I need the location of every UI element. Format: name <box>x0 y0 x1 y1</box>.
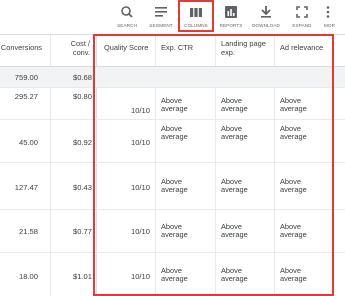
segment-icon <box>145 5 177 19</box>
landing-page-cell: Above average <box>221 223 273 239</box>
header-exp-ctr[interactable]: Exp. CTR <box>155 35 215 66</box>
cost-conv-cell: $0.77 <box>72 227 92 236</box>
exp-ctr-line2: average <box>161 132 188 141</box>
download-label: DOWNLOAD <box>252 23 280 28</box>
landing-page-cell: Above average <box>221 97 273 113</box>
landing-line2: average <box>221 230 248 239</box>
header-cost-conv[interactable]: Cost / conv. <box>50 35 96 66</box>
exp-ctr-cell: Above average <box>161 178 213 194</box>
more-tool[interactable]: MOR <box>322 0 345 34</box>
more-label: MOR <box>324 23 336 28</box>
conversions-cell: 127.47 <box>14 183 38 192</box>
landing-line2: average <box>221 104 248 113</box>
download-tool[interactable]: DOWNLOAD <box>248 0 284 34</box>
table-row[interactable]: 21.58 $0.77 10/10 Above average Above aver… <box>0 210 345 253</box>
segment-label: SEGMENT <box>149 23 173 28</box>
ad-rel-line2: average <box>280 274 307 283</box>
columns-label: COLUMNS <box>184 23 208 28</box>
conversions-cell: 295.27 <box>14 92 38 101</box>
expand-label: EXPAND <box>292 23 312 28</box>
exp-ctr-cell: Above average <box>161 267 213 283</box>
exp-ctr-line2: average <box>161 230 188 239</box>
cost-conv-cell: $0.43 <box>72 183 92 192</box>
header-exp-ctr-label: Exp. CTR <box>161 43 194 52</box>
landing-page-cell: Above average <box>221 267 273 283</box>
conversions-cell: 18.00 <box>18 272 38 281</box>
table-row[interactable]: 295.27 $0.80 10/10 Above average Above ave… <box>0 88 345 120</box>
more-icon <box>322 5 345 19</box>
total-conversions: 759.00 <box>14 73 38 82</box>
header-conversions[interactable]: Conversions <box>0 35 44 66</box>
ad-relevance-cell: Above average <box>280 97 332 113</box>
header-landing-line1: Landing page <box>221 39 266 48</box>
landing-line2: average <box>221 132 248 141</box>
landing-line2: average <box>221 274 248 283</box>
exp-ctr-cell: Above average <box>161 223 213 239</box>
header-conversions-label: Conversions <box>0 43 42 52</box>
cost-conv-cell: $1.01 <box>72 272 92 281</box>
ad-relevance-cell: Above average <box>280 178 332 194</box>
table-toolbar: SEARCH SEGMENT COLUMNS REPORTS DOWNLOAD … <box>0 0 345 34</box>
header-ad-relevance-label: Ad relevance <box>280 43 324 52</box>
reports-tool[interactable]: REPORTS <box>216 0 246 34</box>
ad-rel-line2: average <box>280 132 307 141</box>
header-quality-score[interactable]: Quality Score <box>96 35 155 66</box>
segment-tool[interactable]: SEGMENT <box>145 0 177 34</box>
download-icon <box>248 5 284 19</box>
expand-icon <box>287 5 317 19</box>
quality-score-cell: 10/10 <box>130 106 150 115</box>
table-row[interactable]: 45.00 $0.92 10/10 Above average Above aver… <box>0 120 345 163</box>
exp-ctr-line2: average <box>161 274 188 283</box>
header-cost-conv-line2: conv. <box>72 48 90 57</box>
ad-rel-line2: average <box>280 104 307 113</box>
search-tool[interactable]: SEARCH <box>112 0 142 34</box>
quality-score-cell: 10/10 <box>130 138 150 147</box>
header-quality-score-label: Quality Score <box>104 43 149 52</box>
cost-conv-cell: $0.92 <box>72 138 92 147</box>
quality-score-cell: 10/10 <box>130 183 150 192</box>
ad-rel-line2: average <box>280 185 307 194</box>
landing-page-cell: Above average <box>221 178 273 194</box>
ad-rel-line2: average <box>280 230 307 239</box>
landing-page-cell: Above average <box>221 125 273 141</box>
ad-relevance-cell: Above average <box>280 223 332 239</box>
table-row[interactable]: 18.00 $1.01 10/10 Above average Above aver… <box>0 253 345 296</box>
exp-ctr-line2: average <box>161 104 188 113</box>
exp-ctr-line2: average <box>161 185 188 194</box>
expand-tool[interactable]: EXPAND <box>287 0 317 34</box>
cost-conv-cell: $0.80 <box>72 92 92 101</box>
exp-ctr-cell: Above average <box>161 125 213 141</box>
ad-relevance-cell: Above average <box>280 267 332 283</box>
quality-score-cell: 10/10 <box>130 227 150 236</box>
total-row: 759.00 $0.68 <box>0 67 345 88</box>
columns-icon <box>180 5 212 19</box>
quality-score-cell: 10/10 <box>130 272 150 281</box>
header-ad-relevance[interactable]: Ad relevance <box>274 35 334 66</box>
header-cost-conv-line1: Cost / <box>70 39 90 48</box>
ad-relevance-cell: Above average <box>280 125 332 141</box>
landing-line2: average <box>221 185 248 194</box>
table-row[interactable]: 127.47 $0.43 10/10 Above average Above ave… <box>0 163 345 210</box>
reports-icon <box>216 5 246 19</box>
columns-tool[interactable]: COLUMNS <box>178 0 214 32</box>
header-landing-page-exp[interactable]: Landing page exp. <box>215 35 274 66</box>
reports-label: REPORTS <box>219 23 243 28</box>
header-landing-line2: exp. <box>221 48 235 57</box>
exp-ctr-cell: Above average <box>161 97 213 113</box>
conversions-cell: 21.58 <box>18 227 38 236</box>
search-icon <box>112 5 142 19</box>
total-cost-conv: $0.68 <box>72 73 92 82</box>
conversions-cell: 45.00 <box>18 138 38 147</box>
keywords-table: Conversions Cost / conv. Quality Score E… <box>0 34 345 296</box>
search-label: SEARCH <box>117 23 137 28</box>
